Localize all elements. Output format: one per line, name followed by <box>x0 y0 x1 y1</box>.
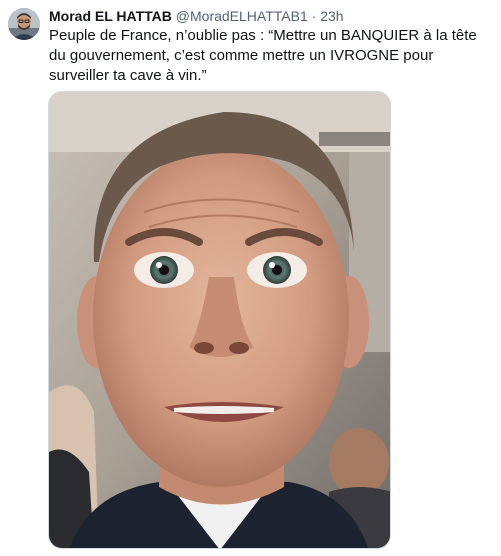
face-photo-image <box>49 92 390 548</box>
user-avatar[interactable] <box>8 8 40 40</box>
tweet[interactable]: Morad EL HATTAB @MoradELHATTAB1 · 23h Pe… <box>0 0 501 556</box>
avatar-photo-icon <box>8 8 40 40</box>
tweet-text: Peuple de France, n’oublie pas : “Mettre… <box>49 27 477 84</box>
author-handle[interactable]: @MoradELHATTAB1 <box>176 8 308 24</box>
tweet-timestamp[interactable]: 23h <box>320 8 343 24</box>
author-display-name[interactable]: Morad EL HATTAB <box>49 8 172 24</box>
tweet-media-photo[interactable] <box>48 91 391 549</box>
tweet-header: Morad EL HATTAB @MoradELHATTAB1 · 23h <box>49 7 344 25</box>
separator-dot: · <box>311 8 317 24</box>
